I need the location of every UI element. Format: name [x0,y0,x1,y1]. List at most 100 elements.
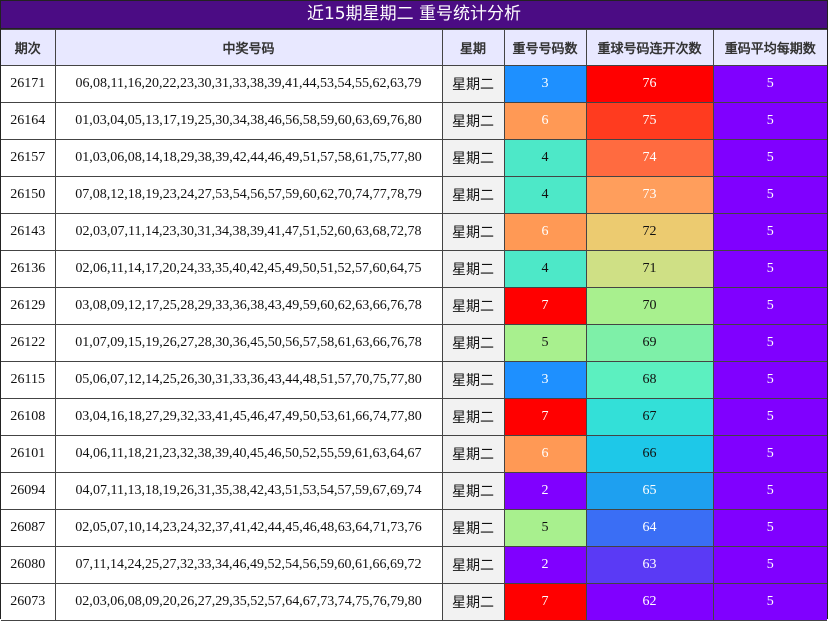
repeat-streak-cell: 76 [585,65,714,103]
page-title: 近15期星期二 重号统计分析 [1,1,827,29]
repeat-count-cell: 5 [503,324,587,362]
repeat-count-cell: 4 [503,139,587,177]
table-header-row: 期次 中奖号码 星期 重号号码数 重球号码连开次数 重码平均每期数 [1,29,827,66]
period-cell: 26122 [1,324,56,362]
table-body: 26171 06,08,11,16,20,22,23,30,31,33,38,39… [1,65,827,621]
winning-numbers-cell: 02,03,07,11,14,23,30,31,34,38,39,41,47,5… [54,213,443,251]
repeat-count-cell: 2 [503,472,587,510]
winning-numbers-cell: 01,03,04,05,13,17,19,25,30,34,38,46,56,5… [54,102,443,140]
table-row: 26136 02,06,11,14,17,20,24,33,35,40,42,45… [1,250,827,288]
period-cell: 26087 [1,509,56,547]
winning-numbers-cell: 02,03,06,08,09,20,26,27,29,35,52,57,64,6… [54,583,443,621]
period-cell: 26136 [1,250,56,288]
repeat-count-cell: 6 [503,213,587,251]
table-row: 26129 03,08,09,12,17,25,28,29,33,36,38,43… [1,287,827,325]
repeat-count-cell: 7 [503,398,587,436]
stats-panel: 近15期星期二 重号统计分析 期次 中奖号码 星期 重号号码数 重球号码连开次数… [0,0,828,621]
winning-numbers-cell: 04,07,11,13,18,19,26,31,35,38,42,43,51,5… [54,472,443,510]
avg-repeat-cell: 5 [712,435,827,473]
winning-numbers-cell: 07,11,14,24,25,27,32,33,34,46,49,52,54,5… [54,546,443,584]
weekday-cell: 星期二 [441,361,505,399]
avg-repeat-cell: 5 [712,139,827,177]
period-cell: 26080 [1,546,56,584]
table-row: 26108 03,04,16,18,27,29,32,33,41,45,46,47… [1,398,827,436]
period-cell: 26143 [1,213,56,251]
avg-repeat-cell: 5 [712,102,827,140]
weekday-cell: 星期二 [441,176,505,214]
table-row: 26080 07,11,14,24,25,27,32,33,34,46,49,52… [1,546,827,584]
header-weekday: 星期 [441,29,505,66]
table-row: 26150 07,08,12,18,19,23,24,27,53,54,56,57… [1,176,827,214]
weekday-cell: 星期二 [441,213,505,251]
period-cell: 26094 [1,472,56,510]
repeat-count-cell: 2 [503,546,587,584]
weekday-cell: 星期二 [441,583,505,621]
repeat-count-cell: 5 [503,509,587,547]
table-row: 26143 02,03,07,11,14,23,30,31,34,38,39,41… [1,213,827,251]
repeat-streak-cell: 75 [585,102,714,140]
avg-repeat-cell: 5 [712,509,827,547]
repeat-count-cell: 4 [503,176,587,214]
winning-numbers-cell: 01,03,06,08,14,18,29,38,39,42,44,46,49,5… [54,139,443,177]
repeat-streak-cell: 63 [585,546,714,584]
winning-numbers-cell: 06,08,11,16,20,22,23,30,31,33,38,39,41,4… [54,65,443,103]
repeat-count-cell: 7 [503,583,587,621]
weekday-cell: 星期二 [441,509,505,547]
repeat-streak-cell: 65 [585,472,714,510]
period-cell: 26073 [1,583,56,621]
table-row: 26101 04,06,11,18,21,23,32,38,39,40,45,46… [1,435,827,473]
header-repeat-streak: 重球号码连开次数 [585,29,714,66]
repeat-count-cell: 3 [503,361,587,399]
table-row: 26157 01,03,06,08,14,18,29,38,39,42,44,46… [1,139,827,177]
period-cell: 26115 [1,361,56,399]
repeat-streak-cell: 71 [585,250,714,288]
avg-repeat-cell: 5 [712,213,827,251]
header-repeat-count: 重号号码数 [503,29,587,66]
avg-repeat-cell: 5 [712,65,827,103]
winning-numbers-cell: 05,06,07,12,14,25,26,30,31,33,36,43,44,4… [54,361,443,399]
weekday-cell: 星期二 [441,250,505,288]
repeat-count-cell: 3 [503,65,587,103]
weekday-cell: 星期二 [441,546,505,584]
winning-numbers-cell: 03,08,09,12,17,25,28,29,33,36,38,43,49,5… [54,287,443,325]
repeat-streak-cell: 67 [585,398,714,436]
header-numbers: 中奖号码 [54,29,443,66]
period-cell: 26164 [1,102,56,140]
header-avg-repeat: 重码平均每期数 [712,29,827,66]
weekday-cell: 星期二 [441,287,505,325]
winning-numbers-cell: 01,07,09,15,19,26,27,28,30,36,45,50,56,5… [54,324,443,362]
avg-repeat-cell: 5 [712,361,827,399]
avg-repeat-cell: 5 [712,472,827,510]
table-row: 26122 01,07,09,15,19,26,27,28,30,36,45,50… [1,324,827,362]
avg-repeat-cell: 5 [712,250,827,288]
table-row: 26115 05,06,07,12,14,25,26,30,31,33,36,43… [1,361,827,399]
weekday-cell: 星期二 [441,398,505,436]
repeat-streak-cell: 66 [585,435,714,473]
repeat-count-cell: 6 [503,435,587,473]
winning-numbers-cell: 04,06,11,18,21,23,32,38,39,40,45,46,50,5… [54,435,443,473]
weekday-cell: 星期二 [441,324,505,362]
table-row: 26164 01,03,04,05,13,17,19,25,30,34,38,46… [1,102,827,140]
weekday-cell: 星期二 [441,139,505,177]
repeat-count-cell: 6 [503,102,587,140]
period-cell: 26171 [1,65,56,103]
period-cell: 26150 [1,176,56,214]
avg-repeat-cell: 5 [712,324,827,362]
weekday-cell: 星期二 [441,472,505,510]
repeat-streak-cell: 74 [585,139,714,177]
table-row: 26094 04,07,11,13,18,19,26,31,35,38,42,43… [1,472,827,510]
weekday-cell: 星期二 [441,435,505,473]
avg-repeat-cell: 5 [712,583,827,621]
repeat-streak-cell: 69 [585,324,714,362]
table-row: 26073 02,03,06,08,09,20,26,27,29,35,52,57… [1,583,827,621]
repeat-count-cell: 4 [503,250,587,288]
stats-table: 期次 中奖号码 星期 重号号码数 重球号码连开次数 重码平均每期数 26171 0… [1,29,827,621]
header-period: 期次 [1,29,56,66]
table-row: 26087 02,05,07,10,14,23,24,32,37,41,42,44… [1,509,827,547]
winning-numbers-cell: 02,05,07,10,14,23,24,32,37,41,42,44,45,4… [54,509,443,547]
repeat-streak-cell: 73 [585,176,714,214]
repeat-streak-cell: 68 [585,361,714,399]
avg-repeat-cell: 5 [712,287,827,325]
avg-repeat-cell: 5 [712,546,827,584]
weekday-cell: 星期二 [441,65,505,103]
